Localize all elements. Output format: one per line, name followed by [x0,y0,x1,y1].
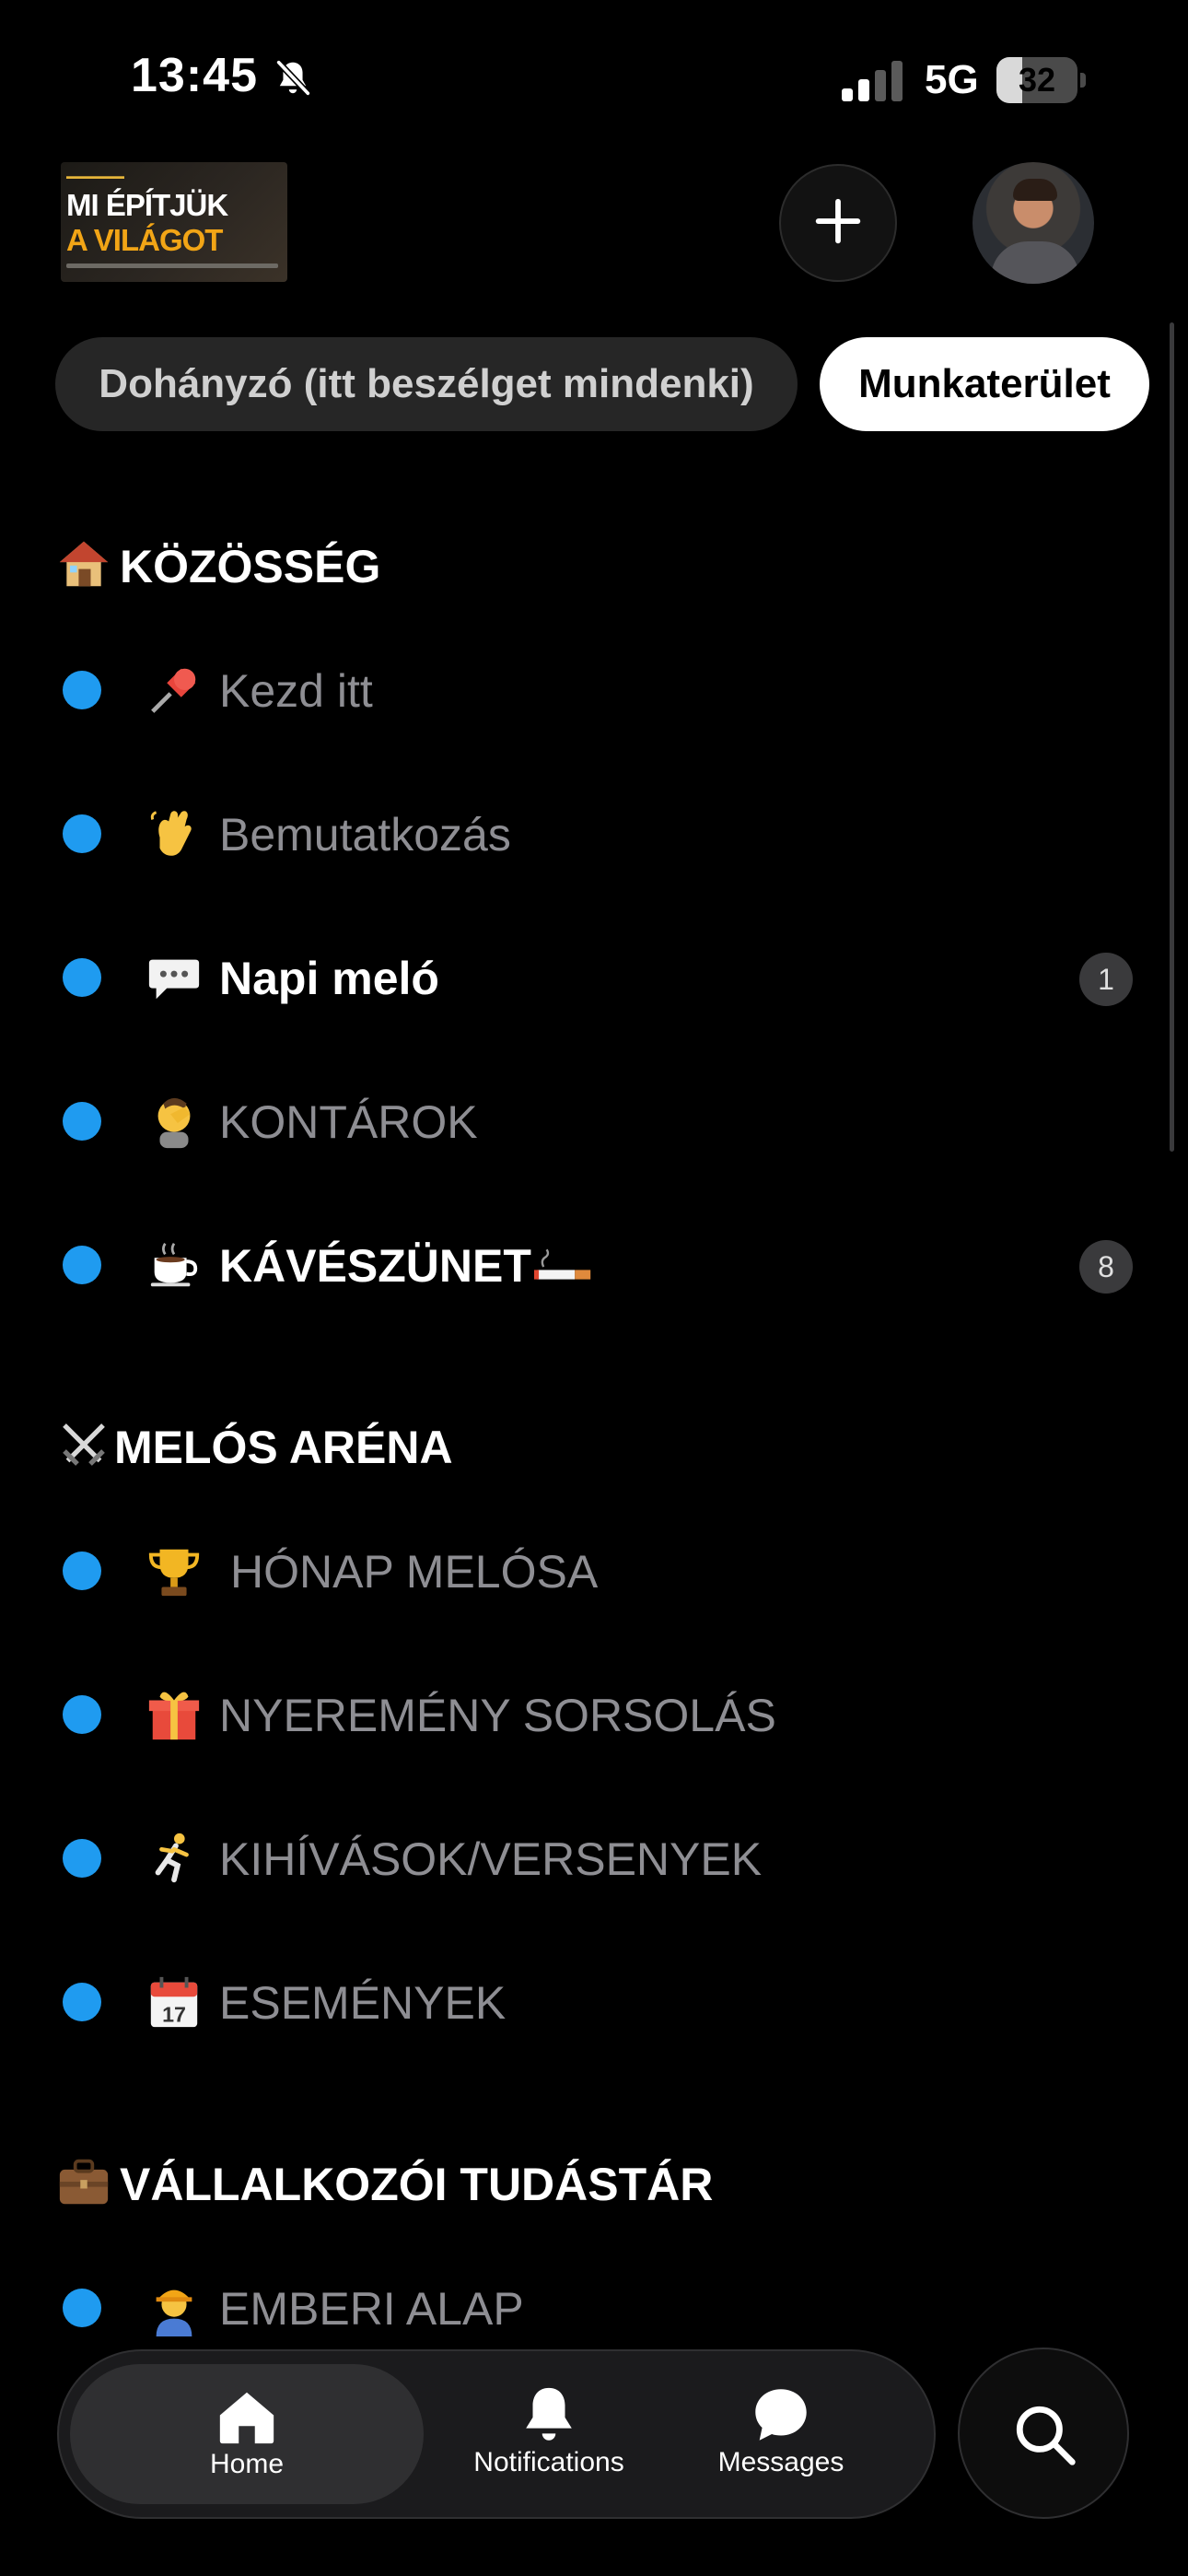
status-time: 13:45 [131,49,258,102]
svg-text:17: 17 [162,2002,186,2026]
bell-slash-icon [275,59,311,97]
tab-munkaterulet[interactable]: Munkaterület [820,337,1149,431]
channel-kihivasok-versenyek[interactable]: KIHÍVÁSOK/VERSENYEK [0,1808,1188,1909]
section-header-melos-arena[interactable]: MELÓS ARÉNA [55,1419,453,1474]
unread-dot [63,1983,101,2021]
search-icon [1016,2406,1076,2465]
nav-home-label: Home [209,2449,285,2479]
unread-dot [63,814,101,853]
channel-label: KONTÁROK [219,1096,478,1148]
section-title: VÁLLALKOZÓI TUDÁSTÁR [120,2159,714,2210]
briefcase-icon [59,2159,109,2205]
status-bar: 13:45 5G 32 [0,0,1188,157]
logo-title-line1: MI ÉPÍTJÜK [66,188,228,222]
battery-percent: 32 [1018,61,1056,99]
unread-dot [63,1839,101,1878]
channel-honap-melosa[interactable]: HÓNAP MELÓSA [0,1520,1188,1622]
channel-label: EMBERI ALAP [219,2283,524,2335]
channel-kontarok[interactable]: KONTÁROK [0,1071,1188,1172]
unread-dot [63,2289,101,2327]
coffee-icon [150,1242,198,1287]
channel-label: KÁVÉSZÜNET [219,1240,531,1292]
section-header-vallalkozoi-tudastar[interactable]: VÁLLALKOZÓI TUDÁSTÁR [55,2156,713,2211]
crossed-swords-icon [63,1423,105,1466]
calendar-icon: 17 [150,1976,198,2028]
chat-bubble-icon [755,2389,807,2441]
nav-messages[interactable]: Messages [643,2351,919,2517]
channel-label: KIHÍVÁSOK/VERSENYEK [219,1833,763,1885]
channel-kaveszunet[interactable]: KÁVÉSZÜNET 8 [0,1214,1188,1316]
add-button[interactable] [779,164,897,282]
unread-dot [63,1695,101,1734]
unread-dot [63,1246,101,1284]
nav-messages-label: Messages [717,2447,844,2477]
construction-worker-icon [156,2289,192,2336]
pushpin-icon [151,668,196,713]
channel-label: HÓNAP MELÓSA [230,1546,599,1598]
channel-label: Kezd itt [219,665,373,717]
unread-count-badge: 8 [1079,1240,1133,1294]
network-type: 5G [925,57,979,102]
logo-title-line2: A VILÁGOT [66,223,223,257]
search-button[interactable] [958,2348,1129,2519]
community-logo[interactable]: ▬▬▬▬▬▬▬ MI ÉPÍTJÜK A VILÁGOT [61,162,287,282]
runner-icon [155,1832,189,1883]
section-title: KÖZÖSSÉG [120,541,381,592]
tab-dohanyzo[interactable]: Dohányzó (itt beszélget mindenki) [55,337,798,431]
unread-dot [63,1102,101,1141]
house-icon [59,541,109,587]
channel-nyeremeny-sorsolas[interactable]: NYEREMÉNY SORSOLÁS [0,1664,1188,1765]
trophy-icon [148,1549,200,1597]
channel-emberi-alap[interactable]: EMBERI ALAP [0,2257,1188,2359]
logo-fine-print [66,263,278,268]
channel-label: Bemutatkozás [219,809,511,861]
cigarette-icon [534,1248,591,1280]
facepalm-icon [157,1097,191,1149]
bell-icon [526,2387,572,2441]
unread-dot [63,958,101,997]
channel-label: ESEMÉNYEK [219,1977,507,2029]
unread-dot [63,1551,101,1590]
cellular-signal-icon [842,61,903,101]
home-icon [219,2392,274,2444]
bottom-tab-bar: Home Notifications Messages [57,2349,936,2519]
channel-bemutatkozas[interactable]: Bemutatkozás [0,783,1188,884]
plus-icon [815,198,861,244]
scrollbar[interactable] [1170,322,1174,1152]
section-title: MELÓS ARÉNA [114,1422,453,1473]
nav-home[interactable]: Home [70,2364,424,2504]
waving-hand-icon [150,811,192,856]
unread-dot [63,671,101,709]
channel-napi-melo[interactable]: Napi meló 1 [0,927,1188,1028]
logo-tagline: ▬▬▬▬▬▬▬ [66,171,124,181]
battery-indicator: 32 [996,57,1087,103]
channel-label: Napi meló [219,953,439,1004]
channel-kezd-itt[interactable]: Kezd itt [0,639,1188,741]
profile-avatar[interactable] [973,162,1094,284]
unread-count-badge: 1 [1079,953,1133,1006]
channel-label: NYEREMÉNY SORSOLÁS [219,1690,776,1741]
speech-bubble-icon [148,959,200,1000]
channel-esemenyek[interactable]: 17 ESEMÉNYEK [0,1951,1188,2053]
gift-icon [148,1692,200,1740]
section-header-kozosseg[interactable]: KÖZÖSSÉG [55,538,380,593]
